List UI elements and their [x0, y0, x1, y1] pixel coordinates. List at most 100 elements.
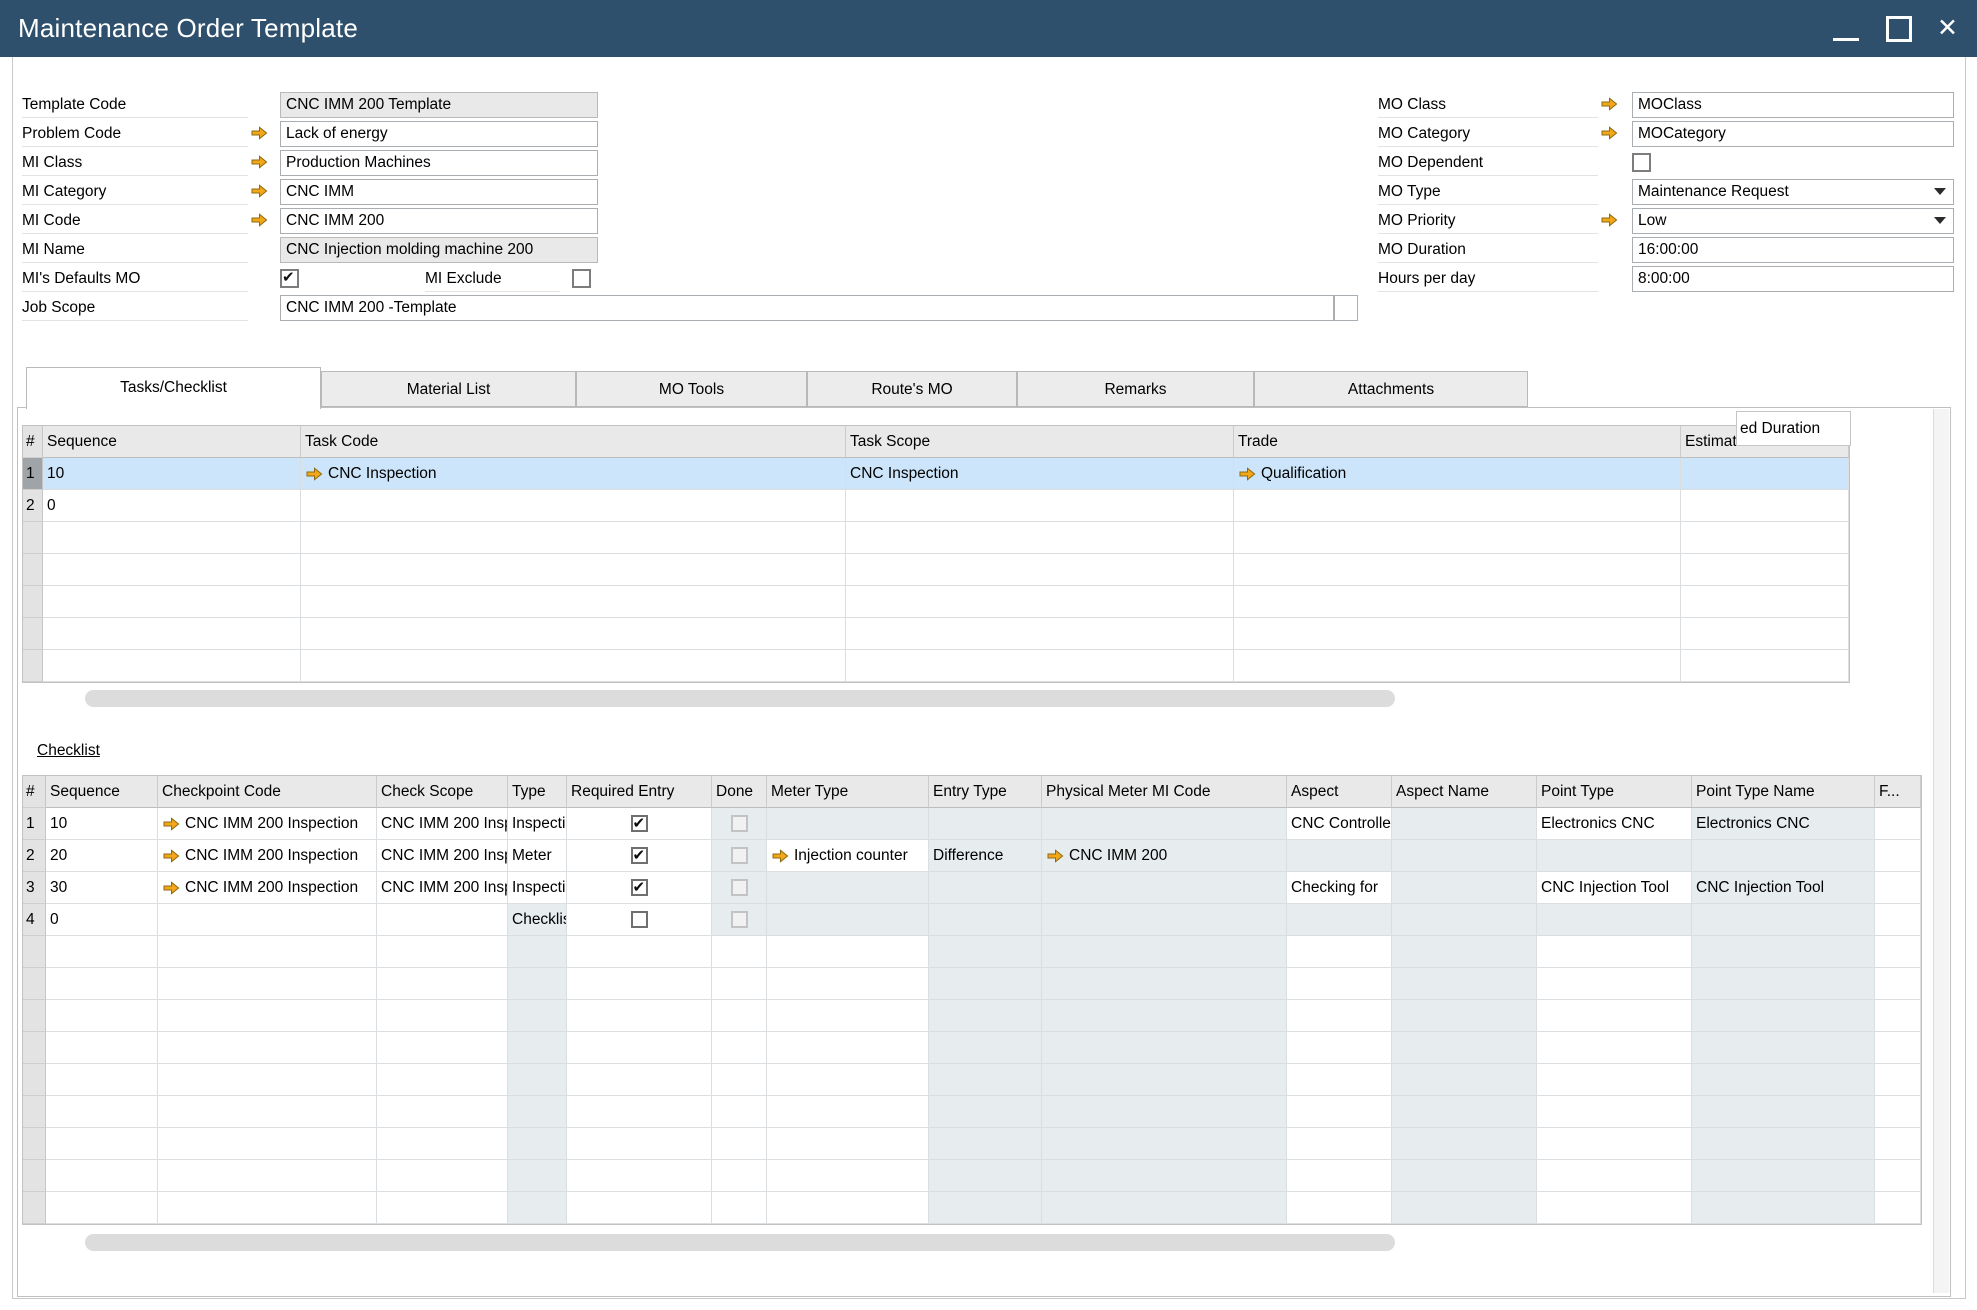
- grid-cell[interactable]: [1537, 1192, 1692, 1224]
- grid-cell[interactable]: [377, 1096, 508, 1128]
- grid-cell[interactable]: [846, 490, 1234, 522]
- grid-cell[interactable]: [1287, 840, 1392, 872]
- grid-cell[interactable]: [158, 1000, 377, 1032]
- grid-cell[interactable]: [1234, 650, 1681, 682]
- grid-cell[interactable]: [1042, 968, 1287, 1000]
- grid-checkbox[interactable]: [731, 815, 748, 832]
- link-arrow-icon[interactable]: [250, 184, 268, 198]
- grid-cell[interactable]: [567, 968, 712, 1000]
- grid-cell[interactable]: [712, 808, 767, 840]
- grid-cell[interactable]: [377, 1064, 508, 1096]
- link-arrow-icon[interactable]: [1600, 213, 1618, 227]
- grid-cell[interactable]: Injection counter: [767, 840, 929, 872]
- grid-cell[interactable]: [158, 1128, 377, 1160]
- grid-row-number[interactable]: 2: [23, 840, 46, 872]
- text-field-mi-category[interactable]: CNC IMM: [280, 179, 598, 205]
- grid-cell[interactable]: [1537, 1064, 1692, 1096]
- grid-cell[interactable]: [377, 1000, 508, 1032]
- grid-cell[interactable]: [508, 1064, 567, 1096]
- grid-cell[interactable]: [1042, 1000, 1287, 1032]
- grid-cell[interactable]: [1875, 968, 1921, 1000]
- grid-cell[interactable]: [567, 1192, 712, 1224]
- grid-cell[interactable]: [929, 1064, 1042, 1096]
- grid-cell[interactable]: [43, 618, 301, 650]
- grid-cell[interactable]: [158, 1064, 377, 1096]
- text-field-mo-type[interactable]: Maintenance Request: [1632, 179, 1954, 205]
- grid-cell[interactable]: [1287, 1160, 1392, 1192]
- text-field-mo-class[interactable]: MOClass: [1632, 92, 1954, 118]
- grid-cell[interactable]: [1681, 650, 1849, 682]
- grid-cell[interactable]: [1042, 1096, 1287, 1128]
- grid-row-number[interactable]: [23, 1064, 46, 1096]
- grid-cell[interactable]: [929, 904, 1042, 936]
- grid-cell[interactable]: Meter: [508, 840, 567, 872]
- grid-cell[interactable]: [508, 1192, 567, 1224]
- grid-cell[interactable]: [1042, 1128, 1287, 1160]
- grid-cell[interactable]: [712, 1128, 767, 1160]
- grid-cell[interactable]: [1537, 1128, 1692, 1160]
- grid-cell[interactable]: 10: [46, 808, 158, 840]
- grid-checkbox[interactable]: [631, 847, 648, 864]
- grid-cell[interactable]: [767, 1128, 929, 1160]
- grid-row-number[interactable]: [23, 522, 43, 554]
- grid-cell[interactable]: [377, 1128, 508, 1160]
- grid-cell[interactable]: [567, 840, 712, 872]
- tab-remarks[interactable]: Remarks: [1017, 371, 1254, 407]
- grid-cell[interactable]: [1692, 1128, 1875, 1160]
- grid-cell[interactable]: [567, 904, 712, 936]
- grid-cell[interactable]: [1287, 1064, 1392, 1096]
- grid-cell[interactable]: [767, 1160, 929, 1192]
- grid-cell[interactable]: [767, 968, 929, 1000]
- text-field-mo-category[interactable]: MOCategory: [1632, 121, 1954, 147]
- grid-cell[interactable]: [1234, 522, 1681, 554]
- grid-cell[interactable]: [46, 1096, 158, 1128]
- grid-cell[interactable]: [508, 936, 567, 968]
- grid-cell[interactable]: CNC IMM 200 Inspection: [377, 840, 508, 872]
- grid-cell[interactable]: [1681, 458, 1849, 490]
- grid-cell[interactable]: [567, 1128, 712, 1160]
- text-field-hours-per-day[interactable]: 8:00:00: [1632, 266, 1954, 292]
- grid-cell[interactable]: 30: [46, 872, 158, 904]
- grid-cell[interactable]: [567, 1000, 712, 1032]
- grid-cell[interactable]: CNC Controller: [1287, 808, 1392, 840]
- grid-cell[interactable]: [767, 1000, 929, 1032]
- grid-cell[interactable]: 0: [43, 490, 301, 522]
- grid-cell[interactable]: [712, 904, 767, 936]
- grid-cell[interactable]: [712, 1032, 767, 1064]
- grid-cell[interactable]: [1287, 1096, 1392, 1128]
- grid-cell[interactable]: [1692, 1000, 1875, 1032]
- grid-cell[interactable]: [301, 554, 846, 586]
- grid-cell[interactable]: [158, 1160, 377, 1192]
- grid-row-number[interactable]: [23, 650, 43, 682]
- grid-cell[interactable]: [929, 872, 1042, 904]
- grid-cell[interactable]: [712, 968, 767, 1000]
- grid-cell[interactable]: [1692, 936, 1875, 968]
- text-field-mi-class[interactable]: Production Machines: [280, 150, 598, 176]
- grid-cell[interactable]: [1042, 1192, 1287, 1224]
- grid-cell[interactable]: CNC IMM 200 Inspection: [377, 808, 508, 840]
- grid-cell[interactable]: [929, 808, 1042, 840]
- grid-cell[interactable]: [1681, 554, 1849, 586]
- grid-cell[interactable]: [767, 1064, 929, 1096]
- job-scope-expand-button[interactable]: [1334, 295, 1358, 321]
- grid-cell[interactable]: Electronics CNC: [1692, 808, 1875, 840]
- grid-cell[interactable]: [1875, 840, 1921, 872]
- grid-cell[interactable]: [1875, 872, 1921, 904]
- grid-cell[interactable]: [377, 904, 508, 936]
- grid-cell[interactable]: CNC IMM 200 Inspection: [158, 808, 377, 840]
- grid-cell[interactable]: [1537, 968, 1692, 1000]
- grid-cell[interactable]: [1537, 1160, 1692, 1192]
- grid-cell[interactable]: [712, 840, 767, 872]
- grid-cell[interactable]: [767, 872, 929, 904]
- grid-cell[interactable]: [46, 1192, 158, 1224]
- readonly-field-template-code[interactable]: CNC IMM 200 Template: [280, 92, 598, 118]
- grid-cell[interactable]: [508, 1000, 567, 1032]
- grid-row-number[interactable]: [23, 1128, 46, 1160]
- grid-cell[interactable]: [929, 1192, 1042, 1224]
- grid-cell[interactable]: CNC Injection Tool: [1692, 872, 1875, 904]
- minimize-button[interactable]: [1824, 0, 1868, 57]
- grid-cell[interactable]: [46, 936, 158, 968]
- grid-cell[interactable]: [1042, 1064, 1287, 1096]
- grid-row-number[interactable]: 4: [23, 904, 46, 936]
- grid-cell[interactable]: [1042, 1160, 1287, 1192]
